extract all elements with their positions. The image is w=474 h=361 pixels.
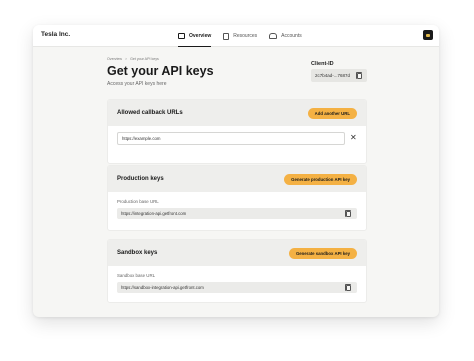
users-icon [269, 33, 278, 39]
sandbox-url-field: https://sandbox-integration-api.getfront… [117, 282, 357, 293]
sandbox-url-value: https://sandbox-integration-api.getfront… [121, 285, 204, 290]
callback-urls-header: Allowed callback URLs Add another URL [108, 100, 366, 126]
copy-icon[interactable] [355, 71, 362, 79]
breadcrumb-root[interactable]: Overview [107, 57, 122, 61]
client-id-label: Client-ID [311, 61, 334, 67]
page-title: Get your API keys [107, 64, 214, 78]
app-window: Tesla Inc. Overview Resources Accounts O… [33, 25, 439, 317]
callback-url-input[interactable]: https://example.com [117, 132, 345, 145]
nav-item-accounts[interactable]: Accounts [269, 25, 302, 47]
main-nav: Overview Resources Accounts [178, 25, 302, 47]
callback-urls-title: Allowed callback URLs [117, 110, 183, 116]
breadcrumb-current: Get your API keys [130, 57, 159, 61]
production-url-field: https://integration-api.getfront.com [117, 208, 357, 219]
production-keys-card: Production keys Generate production API … [107, 165, 367, 231]
page-subtitle: Access your API keys here [107, 81, 167, 87]
dashboard-icon [178, 33, 185, 39]
generate-production-key-button[interactable]: Generate production API key [284, 173, 357, 185]
client-id-field: 2c7b4ad-...7687d [311, 69, 367, 82]
copy-icon[interactable] [344, 209, 351, 217]
production-keys-title: Production keys [117, 176, 164, 182]
nav-item-overview[interactable]: Overview [178, 25, 212, 47]
client-id-value: 2c7b4ad-...7687d [315, 73, 351, 78]
sandbox-url-label: Sandbox base URL [117, 273, 156, 278]
copy-icon[interactable] [344, 283, 351, 291]
sandbox-keys-card: Sandbox keys Generate sandbox API key Sa… [107, 239, 367, 303]
production-url-value: https://integration-api.getfront.com [121, 211, 187, 216]
sandbox-keys-header: Sandbox keys Generate sandbox API key [108, 240, 366, 266]
production-url-label: Production base URL [117, 199, 159, 204]
production-keys-header: Production keys Generate production API … [108, 166, 366, 192]
document-icon [223, 32, 230, 40]
callback-url-value: https://example.com [122, 136, 161, 141]
nav-item-resources[interactable]: Resources [223, 25, 257, 47]
generate-sandbox-key-button[interactable]: Generate sandbox API key [288, 247, 357, 259]
remove-url-icon[interactable]: ✕ [350, 134, 357, 142]
nav-label-accounts: Accounts [281, 33, 302, 39]
brand-name: Tesla Inc. [41, 31, 71, 38]
nav-label-resources: Resources [233, 33, 258, 39]
nav-label-overview: Overview [189, 33, 212, 39]
top-navigation-bar: Tesla Inc. Overview Resources Accounts [33, 25, 439, 47]
callback-urls-card: Allowed callback URLs Add another URL ht… [107, 99, 367, 164]
breadcrumb-separator: > [124, 57, 128, 61]
avatar[interactable] [423, 30, 433, 40]
breadcrumb: Overview > Get your API keys [107, 57, 159, 61]
sandbox-keys-title: Sandbox keys [117, 250, 158, 256]
add-url-button[interactable]: Add another URL [307, 107, 357, 119]
